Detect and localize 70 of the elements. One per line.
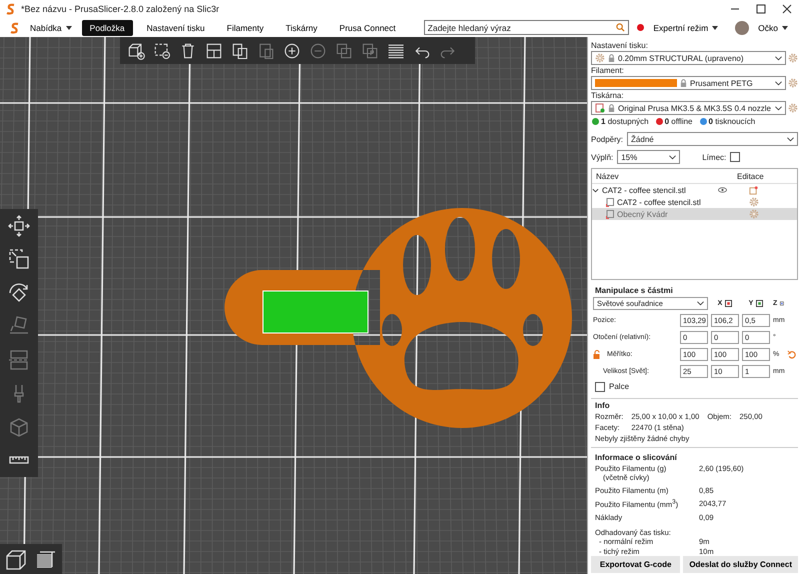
column-header: Název bbox=[595, 172, 620, 180]
caret-icon bbox=[712, 26, 718, 30]
scale-icon[interactable] bbox=[7, 247, 31, 272]
axis-icon bbox=[780, 300, 784, 306]
avatar bbox=[735, 20, 750, 34]
lock-icon bbox=[608, 104, 615, 112]
field-label: Tiskárna: bbox=[591, 91, 625, 100]
part-name: Obecný Kvádr bbox=[617, 210, 668, 218]
field-label: Výplň: bbox=[591, 152, 614, 162]
checkbox-label: Palce bbox=[609, 382, 630, 391]
caret-icon bbox=[66, 26, 72, 30]
stencil-drawing[interactable] bbox=[224, 208, 572, 428]
part-row[interactable]: Obecný Kvádr bbox=[592, 208, 797, 220]
field-label: Nastavení tisku: bbox=[591, 41, 649, 50]
app-logo-icon bbox=[10, 22, 20, 34]
field-label: Podpěry: bbox=[591, 134, 624, 144]
printer-icon bbox=[595, 103, 605, 113]
part-icon bbox=[606, 210, 614, 218]
tab[interactable]: Filamenty bbox=[218, 20, 272, 36]
action-button[interactable]: Odeslat do služby Connect bbox=[683, 556, 798, 573]
tab[interactable]: Nastavení tisku bbox=[138, 20, 213, 36]
tab[interactable]: Prusa Connect bbox=[331, 20, 404, 36]
dropdown-caret-icon bbox=[787, 136, 794, 142]
brim-checkbox[interactable] bbox=[730, 152, 740, 162]
object-name: CAT2 - coffee stencil.stl bbox=[602, 186, 686, 194]
edit-icon[interactable] bbox=[749, 186, 758, 194]
window-title: *Bez názvu - PrusaSlicer-2.8.0 založený na Slic3r bbox=[21, 4, 220, 14]
inches-checkbox[interactable] bbox=[595, 382, 605, 392]
menu-button[interactable]: Nabídka bbox=[24, 20, 78, 34]
search-icon bbox=[616, 23, 625, 32]
reset-icon[interactable] bbox=[787, 350, 796, 358]
printer-status: 1 dostupných bbox=[601, 117, 649, 126]
section-title: Info bbox=[595, 400, 611, 410]
unlock-icon[interactable] bbox=[593, 350, 601, 358]
search-field[interactable]: Zadejte hledaný výraz bbox=[424, 20, 629, 35]
section-title: Informace o slicování bbox=[595, 452, 678, 462]
dropdown-caret-icon bbox=[775, 80, 782, 86]
tab[interactable]: Podložka bbox=[82, 20, 133, 36]
printer-status: 0 tisknoucích bbox=[708, 117, 756, 126]
mode-button[interactable]: Expertní režim bbox=[647, 20, 724, 34]
tab[interactable]: Tiskárny bbox=[278, 20, 326, 36]
action-button[interactable]: Exportovat G-code bbox=[591, 556, 680, 573]
column-header: Editace bbox=[737, 172, 765, 180]
lock-icon bbox=[680, 78, 687, 88]
infill-dropdown[interactable]: 15% bbox=[617, 150, 680, 164]
part-icon bbox=[606, 198, 614, 206]
supports-dropdown[interactable]: Žádné bbox=[627, 132, 798, 146]
collapse-icon[interactable] bbox=[592, 188, 599, 192]
lock-icon bbox=[608, 54, 615, 62]
preset-dropdown[interactable]: Prusament PETG bbox=[591, 76, 786, 90]
dropdown-caret-icon bbox=[697, 300, 704, 306]
part-row[interactable]: CAT2 - coffee stencil.stl bbox=[592, 196, 797, 208]
preset-dropdown[interactable]: 0.20mm STRUCTURAL (upraveno) bbox=[591, 51, 786, 65]
preset-dropdown[interactable]: Original Prusa MK3.5 & MK3.5S 0.4 nozzle bbox=[591, 101, 786, 115]
section-title: Manipulace s částmi bbox=[595, 286, 674, 294]
axis-icon bbox=[725, 300, 732, 306]
app-logo-icon bbox=[6, 3, 16, 15]
caret-icon bbox=[782, 26, 788, 30]
dropdown-caret-icon bbox=[775, 106, 782, 110]
field-label: Límec: bbox=[702, 152, 726, 162]
dropdown-caret-icon bbox=[775, 56, 782, 60]
dropdown-caret-icon bbox=[669, 154, 676, 160]
axis-icon bbox=[756, 300, 764, 306]
eye-icon[interactable] bbox=[718, 187, 727, 193]
part-name: CAT2 - coffee stencil.stl bbox=[617, 198, 701, 206]
field-label: Filament: bbox=[591, 66, 625, 75]
user-button[interactable]: Očko bbox=[752, 20, 794, 34]
object-row[interactable]: CAT2 - coffee stencil.stl bbox=[592, 184, 797, 196]
move-icon[interactable] bbox=[7, 214, 31, 238]
printer-status: 0 offline bbox=[664, 117, 692, 126]
